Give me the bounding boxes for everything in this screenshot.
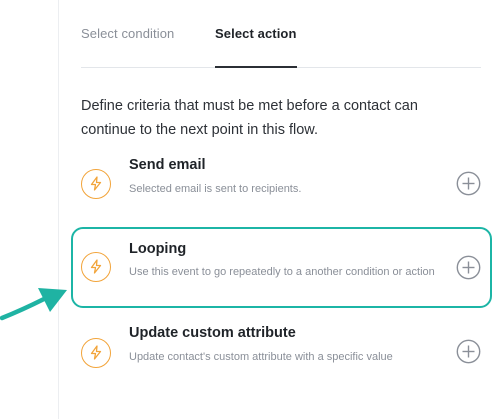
tab-select-condition[interactable]: Select condition (81, 26, 174, 41)
action-item-send-email[interactable]: Send email Selected email is sent to rec… (81, 155, 483, 219)
action-picker-panel: Select condition Select action Define cr… (0, 0, 499, 419)
plus-circle-icon[interactable] (456, 171, 481, 196)
panel-left-divider (58, 0, 59, 419)
action-description: Use this event to go repeatedly to a ano… (129, 266, 435, 278)
lightning-icon (81, 169, 111, 199)
lightning-icon (81, 338, 111, 368)
flow-description: Define criteria that must be met before … (81, 98, 418, 138)
action-title: Send email (129, 157, 206, 173)
action-description: Selected email is sent to recipients. (129, 183, 302, 195)
action-item-looping[interactable]: Looping Use this event to go repeatedly … (81, 239, 483, 303)
action-title: Looping (129, 241, 187, 257)
action-title: Update custom attribute (129, 325, 296, 341)
tab-bar: Select condition Select action (81, 0, 481, 68)
pointer-arrow-icon (0, 288, 67, 321)
plus-circle-icon[interactable] (456, 255, 481, 280)
action-description: Update contact's custom attribute with a… (129, 351, 393, 363)
lightning-icon (81, 252, 111, 282)
active-tab-indicator (215, 66, 297, 68)
tab-select-action[interactable]: Select action (215, 26, 297, 41)
plus-circle-icon[interactable] (456, 339, 481, 364)
action-item-update-custom-attribute[interactable]: Update custom attribute Update contact's… (81, 323, 483, 387)
